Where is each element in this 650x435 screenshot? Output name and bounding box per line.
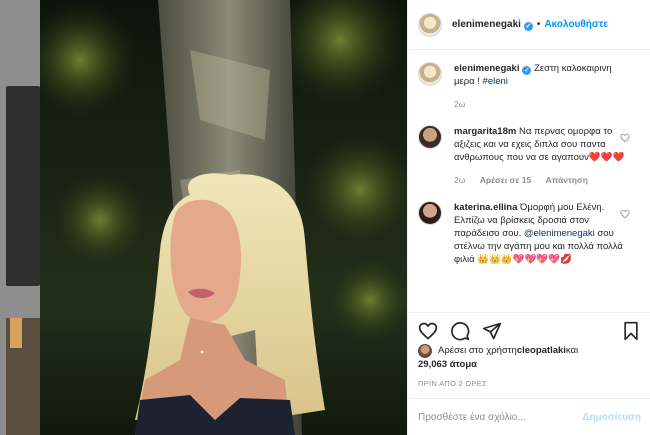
liker-username[interactable]: cleopatlaki: [517, 344, 566, 358]
separator-dot: •: [536, 19, 541, 30]
reply-button[interactable]: Απάντηση: [546, 175, 588, 185]
comment-emoji: 👑👑👑💖💖💖💖💋: [477, 254, 572, 265]
post-timestamp[interactable]: ΠΡΙΝ ΑΠΟ 2 ΩΡΕΣ: [418, 379, 487, 388]
likes-count[interactable]: 29,063 άτομα: [418, 358, 640, 372]
likes-prefix: Αρέσει στο χρήστη: [438, 345, 517, 356]
comment-emoji: ❤️❤️❤️: [588, 152, 625, 163]
author-avatar[interactable]: [418, 12, 442, 37]
comment-bubble-icon[interactable]: [450, 321, 470, 341]
comment-item: margarita18m Να περνας ομορφα το αξιζεις…: [418, 125, 640, 187]
likes-summary: Αρέσει στο χρήστη cleopatlaki και 29,063…: [418, 344, 640, 372]
verified-icon: ✓: [523, 21, 533, 31]
save-bookmark-icon[interactable]: [621, 321, 641, 341]
mention-link[interactable]: @elenimenegaki: [524, 228, 595, 239]
background-thumbnail: [6, 86, 40, 286]
photo-illustration: [40, 0, 407, 435]
comments-list[interactable]: elenimenegaki ✓ Ζεστη καλοκαιρινη μερα ! …: [408, 50, 650, 312]
caption-username[interactable]: elenimenegaki: [454, 63, 519, 74]
post-actions-bar: [408, 312, 650, 348]
like-comment-heart-icon[interactable]: [620, 209, 630, 219]
caption-avatar[interactable]: [418, 62, 442, 86]
comment-age: 2ω: [454, 175, 466, 185]
post-photo[interactable]: [40, 0, 407, 435]
add-comment-bar: Δημοσίευση: [408, 398, 650, 435]
like-heart-icon[interactable]: [418, 321, 438, 341]
verified-icon: ✓: [522, 66, 532, 75]
share-paper-plane-icon[interactable]: [482, 321, 502, 341]
background-page: [0, 0, 40, 435]
like-comment-heart-icon[interactable]: [620, 133, 630, 143]
commenter-username[interactable]: margarita18m: [454, 126, 516, 137]
commenter-username[interactable]: katerina.ellina: [454, 202, 517, 213]
hashtag-link[interactable]: #eleni: [483, 76, 508, 87]
post-header: elenimenegaki ✓ • Ακολουθήστε: [408, 0, 650, 50]
post-panel: elenimenegaki ✓ • Ακολουθήστε elenimenega…: [407, 0, 650, 435]
background-thumbnail: [6, 318, 40, 435]
post-comment-button[interactable]: Δημοσίευση: [582, 412, 641, 423]
comment-input[interactable]: [418, 411, 583, 423]
liker-avatar[interactable]: [418, 344, 432, 358]
follow-button[interactable]: Ακολουθήστε: [544, 19, 608, 30]
caption-age: 2ω: [454, 99, 466, 109]
commenter-avatar[interactable]: [418, 125, 442, 149]
comment-likes-link[interactable]: Αρέσει σε 15: [480, 175, 531, 185]
likes-mid: και: [565, 345, 579, 356]
author-username-text[interactable]: elenimenegaki: [452, 19, 521, 30]
author-username[interactable]: elenimenegaki ✓: [452, 19, 533, 31]
caption: elenimenegaki ✓ Ζεστη καλοκαιρινη μερα ! …: [418, 62, 640, 111]
comment-item: katerina.ellina Όμορφή μου Ελένη. Ελπίζω…: [418, 201, 640, 266]
commenter-avatar[interactable]: [418, 201, 442, 225]
